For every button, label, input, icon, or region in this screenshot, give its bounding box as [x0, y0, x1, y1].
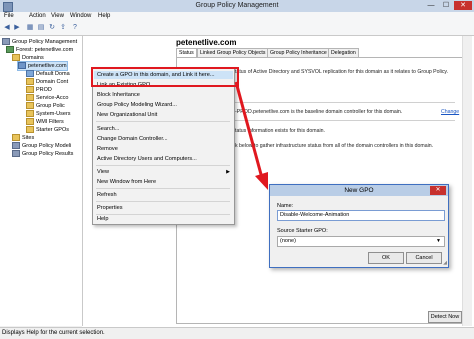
tree-node-system-users[interactable]: System-Users [26, 110, 71, 118]
modeling-icon [12, 142, 20, 150]
minimize-button[interactable]: — [424, 1, 438, 10]
gather-status-text: k below to gather infrastructure status … [235, 143, 434, 149]
tree-node-gpm[interactable]: Group Policy Management [2, 38, 77, 46]
tree-node-default-domain-policy[interactable]: Default Doma [26, 70, 70, 78]
starter-gpo-label: Source Starter GPO: [277, 228, 328, 234]
menu-new-ou[interactable]: New Organizational Unit [97, 111, 157, 119]
ou-icon [26, 86, 34, 94]
detect-now-button[interactable]: Detect Now [428, 311, 462, 323]
gpo-link-icon [26, 70, 34, 78]
dialog-close-button[interactable]: ✕ [430, 186, 446, 195]
gpm-icon [2, 38, 10, 46]
forward-arrow-icon[interactable]: ▶ [13, 24, 21, 32]
window-title: Group Policy Management [195, 2, 279, 9]
new-gpo-dialog: New GPO ✕ Name: Disable-Welcome-Animatio… [269, 184, 449, 268]
change-link[interactable]: Change [441, 109, 459, 115]
tree-node-prod[interactable]: PROD [26, 86, 52, 94]
tree-node-group-policy[interactable]: Group Polic [26, 102, 65, 110]
tree-node-modeling[interactable]: Group Policy Modeli [12, 142, 71, 150]
ou-icon [26, 78, 34, 86]
menu-change-dc[interactable]: Change Domain Controller... [97, 135, 168, 143]
menu-refresh[interactable]: Refresh [97, 191, 117, 199]
toolbar: ◀ ▶ ▦ ▤ ↻ ⇪ ? [0, 22, 474, 36]
sites-icon [12, 134, 20, 142]
menu-window[interactable]: Window [70, 13, 91, 19]
menu-properties[interactable]: Properties [97, 204, 123, 212]
status-bar: Displays Help for the current selection. [0, 327, 474, 339]
maximize-button[interactable]: ☐ [439, 1, 453, 10]
folder-icon [12, 54, 20, 62]
annotation-highlight-box [91, 67, 239, 87]
menu-separator [96, 165, 230, 166]
domain-header: petenetlive.com [176, 38, 237, 47]
cancel-button[interactable]: Cancel [406, 252, 442, 264]
chevron-down-icon: ▼ [436, 238, 441, 244]
tree-node-forest[interactable]: Forest: petenetlive.com [6, 46, 73, 54]
menu-block-inheritance[interactable]: Block Inheritance [97, 91, 140, 99]
menu-view[interactable]: View [97, 168, 109, 176]
show-hide-tree-icon[interactable]: ▦ [26, 24, 34, 32]
menu-separator [96, 214, 230, 215]
status-description: tatus of Active Directory and SYSVOL rep… [235, 69, 449, 75]
menu-separator [96, 201, 230, 202]
menu-file[interactable]: File [4, 13, 14, 19]
menu-help[interactable]: Help [97, 215, 109, 223]
dialog-title-bar: New GPO ✕ [270, 185, 448, 196]
tree-node-results[interactable]: Group Policy Results [12, 150, 73, 158]
ou-icon [26, 94, 34, 102]
folder-icon [26, 126, 34, 134]
starter-gpo-select[interactable]: (none) ▼ [277, 236, 445, 247]
results-icon [12, 150, 20, 158]
status-info-text: tatus information exists for this domain… [235, 128, 325, 134]
divider [235, 120, 455, 121]
menu-help[interactable]: Help [98, 13, 110, 19]
menu-separator [96, 188, 230, 189]
back-arrow-icon[interactable]: ◀ [3, 24, 11, 32]
baseline-dc-text: -PROD.petenetlive.com is the baseline do… [235, 109, 403, 115]
refresh-icon[interactable]: ↻ [48, 24, 56, 32]
tree-node-domain[interactable]: petenetlive.com [17, 61, 68, 71]
submenu-arrow-icon: ▶ [226, 169, 230, 175]
console-tree: Group Policy Management Forest: petenetl… [0, 36, 83, 326]
ok-button[interactable]: OK [368, 252, 404, 264]
tree-node-sites[interactable]: Sites [12, 134, 34, 142]
close-button[interactable]: ✕ [454, 1, 472, 10]
export-icon[interactable]: ⇪ [59, 24, 67, 32]
dialog-title: New GPO [344, 187, 374, 194]
tree-node-domains[interactable]: Domains [12, 54, 44, 62]
tree-node-wmi-filters[interactable]: WMI Filters [26, 118, 64, 126]
context-menu: Create a GPO in this domain, and Link it… [92, 67, 235, 225]
menu-aduc[interactable]: Active Directory Users and Computers... [97, 155, 197, 163]
ou-icon [26, 110, 34, 118]
menu-remove[interactable]: Remove [97, 145, 118, 153]
folder-icon [26, 102, 34, 110]
menu-search[interactable]: Search... [97, 125, 119, 133]
menu-view[interactable]: View [51, 13, 64, 19]
domain-icon [18, 62, 26, 70]
status-text: Displays Help for the current selection. [2, 330, 105, 336]
menu-action[interactable]: Action [29, 13, 46, 19]
tree-node-service-accounts[interactable]: Service-Acco [26, 94, 68, 102]
divider [235, 102, 455, 103]
tree-node-starter-gpos[interactable]: Starter GPOs [26, 126, 69, 134]
help-icon[interactable]: ? [71, 24, 79, 32]
name-label: Name: [277, 203, 294, 209]
menu-new-window[interactable]: New Window from Here [97, 178, 156, 186]
tree-node-domain-controllers[interactable]: Domain Cont [26, 78, 68, 86]
right-vertical-scrollbar[interactable] [462, 36, 472, 326]
menu-separator [96, 121, 230, 122]
folder-icon [26, 118, 34, 126]
properties-icon[interactable]: ▤ [37, 24, 45, 32]
forest-icon [6, 46, 14, 54]
gpo-name-input[interactable]: Disable-Welcome-Animation [277, 210, 445, 221]
resize-grip-icon[interactable]: ◢ [443, 260, 447, 266]
menu-gp-modeling-wizard[interactable]: Group Policy Modeling Wizard... [97, 101, 177, 109]
